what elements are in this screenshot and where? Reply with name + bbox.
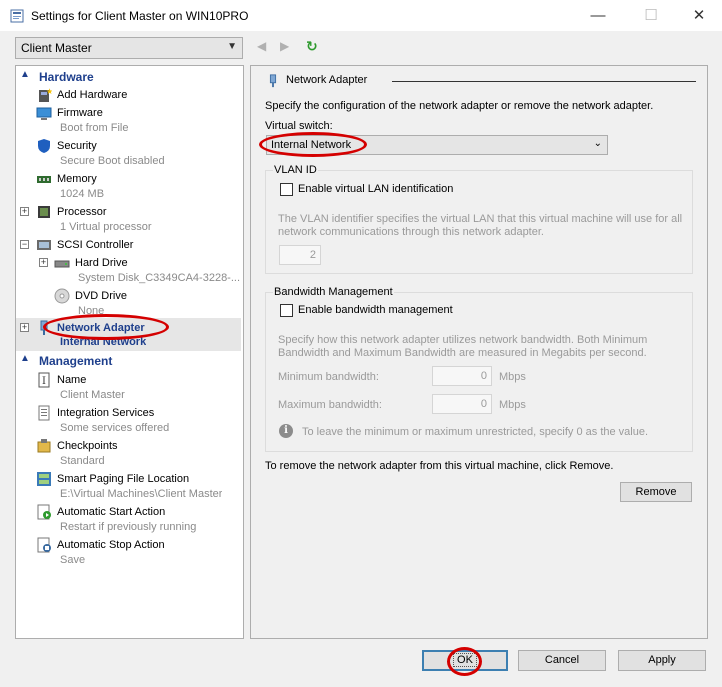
svg-text:★: ★ [46,87,52,96]
memory-icon [37,176,51,183]
tree-item-processor[interactable]: + Processor 1 Virtual processor [16,203,241,236]
management-section-header[interactable]: ▲ Management [17,353,242,368]
smart-paging-icon [37,472,51,486]
tree-item-network-adapter[interactable]: + Network Adapter Internal Network [16,318,241,351]
refresh-icon[interactable]: ↻ [306,38,318,55]
remove-instruction-text: To remove the network adapter from this … [265,460,614,472]
bandwidth-enable-label: Enable bandwidth management [298,304,453,316]
settings-app-icon [10,9,24,23]
chevron-down-icon: ⌄ [593,138,602,149]
title-bar: Settings for Client Master on WIN10PRO —… [0,0,722,31]
virtual-switch-dropdown[interactable]: Internal Network ⌄ [266,135,608,155]
vm-selector-dropdown[interactable]: Client Master ▼ [15,37,243,59]
vlan-help-line2: network communications through this netw… [278,226,544,238]
tree-item-add-hardware[interactable]: ★ Add Hardware [16,86,241,102]
vlan-title: VLAN ID [273,164,318,176]
virtual-switch-label: Virtual switch: [265,120,333,132]
section-header: Network Adapter [266,73,696,89]
tree-item-security[interactable]: Security Secure Boot disabled [16,137,241,170]
min-bandwidth-label: Minimum bandwidth: [278,371,379,383]
collapse-minus-icon[interactable]: − [20,240,29,249]
chevron-down-icon: ▼ [227,41,237,52]
tree-item-smart-paging[interactable]: Smart Paging File Location E:\Virtual Ma… [16,470,241,503]
tree-item-name[interactable]: I Name Client Master [16,371,241,404]
auto-start-icon [37,504,51,520]
minimize-button[interactable]: — [575,0,621,31]
header-divider [392,81,696,82]
collapse-chevron-icon: ▲ [20,69,30,80]
bandwidth-help-line1: Specify how this network adapter utilize… [278,334,648,346]
network-adapter-panel: Network Adapter Specify the configuratio… [250,65,708,639]
tree-item-checkpoints[interactable]: Checkpoints Standard [16,437,241,470]
add-hardware-icon: ★ [39,87,52,102]
vlan-help-line1: The VLAN identifier specifies the virtua… [278,213,683,225]
svg-text:I: I [42,376,46,387]
network-adapter-icon [40,320,48,335]
cancel-button[interactable]: Cancel [518,650,606,671]
vm-selector-value: Client Master [21,41,92,55]
min-bandwidth-unit: Mbps [499,371,526,383]
bandwidth-groupbox: Bandwidth Management Enable bandwidth ma… [265,286,693,452]
tree-item-integration-services[interactable]: Integration Services Some services offer… [16,404,241,437]
back-arrow-icon[interactable]: ◀ [257,39,266,53]
remove-button[interactable]: Remove [620,482,692,502]
vlan-id-input[interactable]: 2 [279,245,321,265]
firmware-icon [36,107,52,120]
auto-stop-icon [37,537,51,553]
collapse-chevron-icon: ▲ [20,353,30,364]
tree-item-scsi-controller[interactable]: − SCSI Controller [16,236,241,252]
ok-button-label: OK [453,653,477,667]
info-icon: i [279,424,293,438]
expand-plus-icon[interactable]: + [20,323,29,332]
max-bandwidth-label: Maximum bandwidth: [278,399,382,411]
tree-item-memory[interactable]: Memory 1024 MB [16,170,241,203]
max-bandwidth-unit: Mbps [499,399,526,411]
name-icon: I [38,372,50,388]
tree-item-firmware[interactable]: Firmware Boot from File [16,104,241,137]
window-title: Settings for Client Master on WIN10PRO [31,9,249,23]
bandwidth-title: Bandwidth Management [273,286,394,298]
integration-services-icon [38,405,50,421]
vlan-enable-label: Enable virtual LAN identification [298,183,454,195]
hard-drive-icon [54,260,70,268]
network-adapter-icon [269,74,277,88]
settings-tree: ▲ Hardware ★ Add Hardware Firmware Boot … [15,65,244,639]
hardware-section-header[interactable]: ▲ Hardware [17,69,242,84]
bandwidth-info-text: To leave the minimum or maximum unrestri… [302,426,649,438]
tree-item-automatic-start[interactable]: Automatic Start Action Restart if previo… [16,503,241,536]
maximize-button[interactable]: ☐ [628,0,674,31]
virtual-switch-value: Internal Network [271,139,352,151]
expand-plus-icon[interactable]: + [20,207,29,216]
bandwidth-help-line2: Bandwidth and Maximum Bandwidth are meas… [278,347,647,359]
tree-item-dvd-drive[interactable]: DVD Drive None [16,287,241,320]
scsi-controller-icon [37,240,51,250]
checkpoints-icon [37,439,51,453]
apply-button[interactable]: Apply [618,650,706,671]
ok-button[interactable]: OK [422,650,508,671]
forward-arrow-icon[interactable]: ▶ [280,39,289,53]
processor-icon [38,206,50,218]
tree-item-automatic-stop[interactable]: Automatic Stop Action Save [16,536,241,569]
min-bandwidth-input[interactable]: 0 [432,366,492,386]
shield-icon [38,139,50,153]
description-text: Specify the configuration of the network… [265,100,654,112]
vlan-groupbox: VLAN ID Enable virtual LAN identificatio… [265,164,693,274]
section-title: Network Adapter [286,74,368,86]
expand-plus-icon[interactable]: + [39,258,48,267]
bandwidth-enable-checkbox[interactable] [280,304,293,317]
vlan-enable-checkbox[interactable] [280,183,293,196]
tree-item-hard-drive[interactable]: + Hard Drive System Disk_C3349CA4-3228-.… [16,254,241,287]
max-bandwidth-input[interactable]: 0 [432,394,492,414]
close-button[interactable]: ✕ [676,0,722,31]
dvd-drive-icon [54,288,70,304]
